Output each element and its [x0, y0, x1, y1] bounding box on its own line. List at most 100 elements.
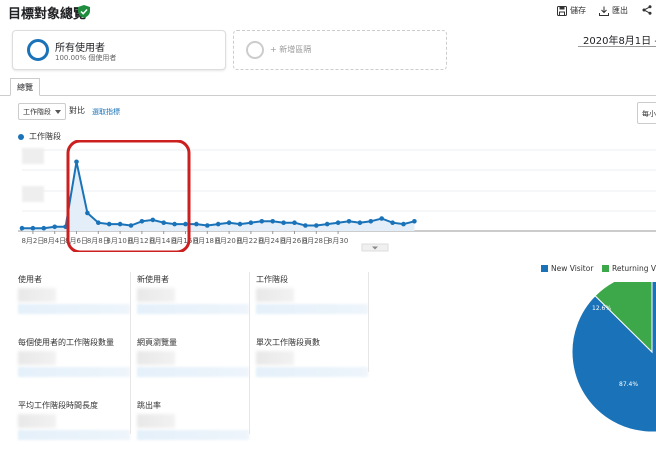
data-point	[379, 216, 385, 221]
x-tick-label: 8月4日	[43, 237, 66, 245]
data-point	[259, 219, 265, 224]
segment-name: 所有使用者	[55, 43, 105, 54]
date-range-picker[interactable]: 2020年8月1日 -	[583, 32, 656, 47]
data-point	[194, 221, 199, 227]
share-icon	[642, 5, 652, 15]
segment-subtitle: 100.00% 個使用者	[55, 54, 117, 62]
pick-metric-link[interactable]: 選取指標	[92, 107, 120, 117]
data-point	[128, 223, 134, 228]
tab-overview[interactable]: 總覽	[10, 78, 40, 96]
metric-select-value: 工作階段	[23, 108, 51, 116]
save-label: 儲存	[570, 6, 586, 15]
data-point	[357, 220, 363, 225]
data-point	[237, 221, 243, 227]
data-point	[96, 220, 101, 225]
data-point	[205, 223, 210, 228]
data-point	[303, 223, 308, 228]
data-point	[292, 220, 297, 225]
data-point	[161, 220, 166, 225]
data-point	[335, 220, 341, 225]
data-point	[412, 219, 417, 224]
vs-label: 對比	[69, 106, 85, 115]
legend-dot-icon	[18, 133, 24, 140]
data-point	[226, 220, 232, 225]
stat-new-users[interactable]: 新使用者	[137, 274, 253, 334]
data-point	[390, 220, 395, 225]
x-tick-label: 8月2日	[21, 237, 44, 245]
data-point	[281, 220, 286, 225]
add-segment-ring-icon	[246, 41, 264, 59]
stat-value-blurred	[256, 288, 294, 302]
legend-swatch-icon	[541, 265, 548, 272]
data-point	[368, 219, 374, 224]
data-point	[106, 221, 112, 227]
stat-label: 新使用者	[137, 275, 169, 284]
segment-card-all-users[interactable]: 所有使用者 100.00% 個使用者	[12, 30, 226, 70]
pie-label-returning: 12.6%	[592, 305, 611, 312]
data-point	[30, 225, 36, 231]
verified-shield-icon	[78, 5, 90, 18]
legend-swatch-icon	[602, 265, 609, 272]
x-tick-label: 8月30	[328, 237, 348, 245]
save-button[interactable]: 儲存	[557, 5, 586, 16]
download-icon	[599, 6, 609, 16]
chevron-down-icon	[55, 110, 61, 114]
stat-sparkline-blurred	[137, 367, 249, 377]
x-tick-label: 8月28日	[303, 237, 330, 245]
interval-button[interactable]: 每小時	[637, 102, 656, 124]
stat-divider	[368, 272, 369, 372]
date-range-underline	[578, 46, 656, 47]
stat-value-blurred	[18, 351, 56, 365]
data-point	[41, 225, 47, 231]
add-segment-button[interactable]: + 新增區隔	[233, 30, 447, 70]
stat-sparkline-blurred	[18, 304, 130, 314]
save-icon	[557, 5, 567, 16]
share-button[interactable]	[642, 5, 652, 15]
chart-controls: 工作階段 對比 選取指標 每小時	[0, 100, 656, 124]
data-point	[314, 223, 319, 228]
stat-sparkline-blurred	[18, 430, 130, 440]
data-point	[19, 225, 25, 231]
data-point	[150, 217, 156, 223]
stat-sparkline-blurred	[137, 430, 249, 440]
data-point	[324, 221, 330, 227]
export-button[interactable]: 匯出	[599, 5, 628, 16]
stat-sparkline-blurred	[256, 304, 368, 314]
stat-sessions-per-user[interactable]: 每個使用者的工作階段數量	[18, 337, 134, 397]
stat-users[interactable]: 使用者	[18, 274, 134, 334]
stat-bounce-rate[interactable]: 跳出率	[137, 400, 253, 460]
stat-value-blurred	[256, 351, 294, 365]
data-point	[52, 224, 57, 230]
stat-value-blurred	[137, 414, 175, 428]
data-point	[117, 221, 123, 227]
data-point	[248, 220, 254, 225]
stat-value-blurred	[137, 288, 175, 302]
page-title: 目標對象總覽	[8, 7, 87, 22]
stat-pages-per-session[interactable]: 單次工作階段頁數	[256, 337, 372, 397]
add-segment-label: + 新增區隔	[270, 45, 312, 54]
line-chart-svg: 8月2日8月4日8月6日8月8日8月10日8月12日8月14日8月16日8月18…	[18, 139, 656, 254]
segment-ring-icon	[27, 39, 49, 61]
stat-sparkline-blurred	[256, 367, 368, 377]
sessions-chart: 8月2日 8月4日 8月6日 8月8日 8月10日 8月12日 8月14日 8月16日 8月18…	[0, 139, 656, 254]
stat-label: 跳出率	[137, 401, 161, 410]
pie-label-new: 87.4%	[619, 381, 638, 388]
stat-sparkline-blurred	[18, 367, 130, 377]
stat-pageviews[interactable]: 網頁瀏覽量	[137, 337, 253, 397]
data-point	[346, 219, 352, 224]
blurred-axis-label	[22, 148, 44, 164]
stat-label: 每個使用者的工作階段數量	[18, 338, 114, 347]
stat-label: 單次工作階段頁數	[256, 338, 320, 347]
stat-value-blurred	[18, 414, 56, 428]
stat-label: 工作階段	[256, 275, 288, 284]
stat-sessions[interactable]: 工作階段	[256, 274, 372, 334]
data-point	[172, 221, 177, 227]
series-area	[22, 161, 415, 231]
blurred-axis-label	[22, 186, 44, 202]
metric-select[interactable]: 工作階段	[18, 103, 66, 120]
data-point	[215, 221, 221, 227]
tab-bar: 總覽	[0, 74, 656, 96]
stat-label: 使用者	[18, 275, 42, 284]
data-point	[401, 221, 406, 227]
stat-avg-session-duration[interactable]: 平均工作階段時間長度	[18, 400, 134, 460]
